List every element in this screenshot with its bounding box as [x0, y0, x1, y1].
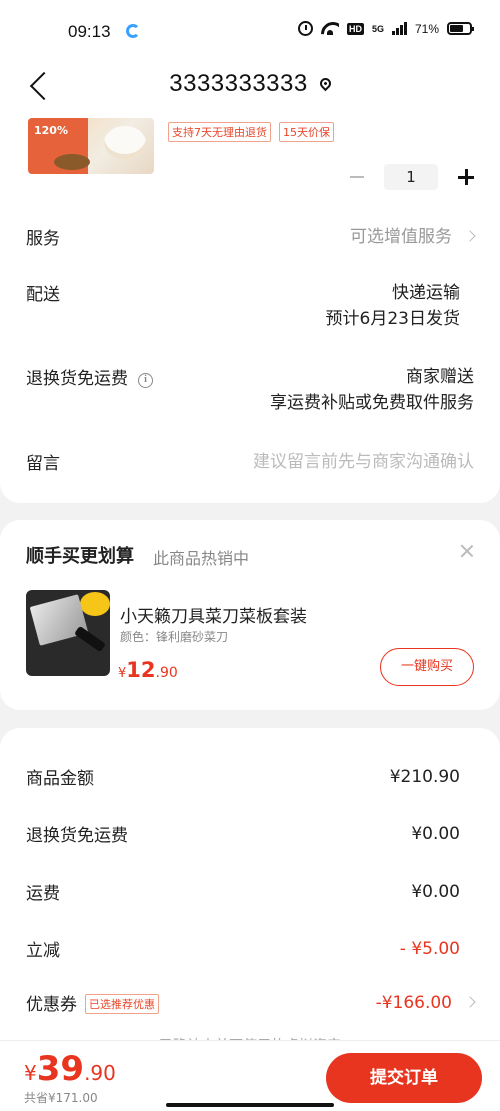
discount-value: - ¥5.00	[399, 939, 460, 959]
page-title[interactable]: 3333333333	[0, 70, 500, 98]
delivery-row[interactable]: 配送 快递运输 预计6月23日发货	[26, 280, 474, 332]
submit-order-button[interactable]: 提交订单	[326, 1053, 482, 1103]
delivery-method: 快递运输	[392, 283, 460, 303]
alarm-icon	[297, 21, 313, 36]
upsell-title: 顺手买更划算	[26, 546, 134, 567]
status-icons: HD 5G 71%	[297, 21, 474, 36]
goods-amount-label: 商品金额	[26, 769, 94, 789]
message-row[interactable]: 留言 建议留言前先与商家沟通确认	[26, 449, 474, 475]
coupon-label: 优惠券	[26, 995, 77, 1015]
price-protect-tag: 15天价保	[279, 122, 334, 142]
discount-row: 立减 - ¥5.00	[26, 936, 474, 962]
page-header: 3333333333	[0, 62, 500, 114]
product-image[interactable]: 120%	[28, 118, 154, 174]
quantity-stepper: 1	[350, 164, 474, 190]
delivery-date: 预计6月23日发货	[325, 309, 460, 329]
shipping-row: 运费 ¥0.00	[26, 879, 474, 905]
hd-icon: HD	[346, 22, 364, 35]
service-value: 可选增值服务	[350, 227, 452, 247]
upsell-subtitle: 此商品热销中	[153, 549, 250, 568]
increase-button[interactable]	[458, 169, 474, 185]
location-pin-icon	[317, 75, 334, 92]
order-options-card: 120% 支持7天无理由退货 15天价保 1 服务 可选增值服务 配送 快递运输…	[0, 114, 500, 503]
return-shipping-row: 退换货免运费 i 商家赠送 享运费补贴或免费取件服务	[26, 364, 474, 416]
delivery-label: 配送	[26, 285, 60, 305]
one-click-buy-button[interactable]: 一键购买	[380, 648, 474, 686]
discount-label: 立减	[26, 941, 60, 961]
coupon-row[interactable]: 优惠券 已选推荐优惠 -¥166.00	[26, 990, 476, 1016]
return-fee-value: ¥0.00	[411, 824, 460, 844]
return-shipping-desc: 享运费补贴或免费取件服务	[270, 393, 474, 413]
coupon-selected-tag: 已选推荐优惠	[85, 994, 159, 1014]
upsell-product-name[interactable]: 小天籁刀具菜刀菜板套装	[120, 602, 307, 627]
return-fee-row: 退换货免运费 ¥0.00	[26, 821, 474, 847]
price-summary-card: 商品金额 ¥210.90 退换货免运费 ¥0.00 运费 ¥0.00 立减 - …	[0, 728, 500, 1058]
chevron-right-icon	[464, 230, 476, 242]
return-shipping-label: 退换货免运费	[26, 369, 128, 389]
home-indicator[interactable]	[166, 1103, 334, 1107]
decrease-button[interactable]	[350, 176, 364, 178]
info-icon[interactable]: i	[138, 373, 153, 388]
goods-amount-row: 商品金额 ¥210.90	[26, 764, 474, 790]
return-fee-label: 退换货免运费	[26, 826, 128, 846]
goods-amount-value: ¥210.90	[389, 767, 460, 787]
message-label: 留言	[26, 454, 60, 474]
status-time: 09:13	[68, 22, 111, 41]
return-policy-tag: 支持7天无理由退货	[168, 122, 271, 142]
upsell-price: ¥12.90	[118, 658, 178, 682]
status-bar: 09:13 HD 5G 71%	[0, 0, 500, 62]
address-title: 3333333333	[169, 70, 308, 97]
checkout-bar: ¥39.90 共省¥171.00 提交订单	[0, 1040, 500, 1111]
total-price: ¥39.90	[24, 1049, 116, 1089]
wifi-icon	[321, 22, 339, 35]
upsell-card: 顺手买更划算 此商品热销中 小天籁刀具菜刀菜板套装 颜色：锋利磨砂菜刀 ¥12.…	[0, 520, 500, 710]
chevron-right-icon	[464, 996, 476, 1008]
message-input[interactable]: 建议留言前先与商家沟通确认	[253, 449, 474, 475]
saved-amount: 共省¥171.00	[24, 1091, 98, 1105]
battery-level	[450, 25, 464, 32]
close-icon[interactable]	[460, 544, 474, 558]
battery-icon	[447, 22, 474, 35]
shipping-value: ¥0.00	[411, 882, 460, 902]
upsell-product-image[interactable]	[26, 590, 110, 676]
quantity-value[interactable]: 1	[384, 164, 438, 190]
network-label: 5G	[371, 23, 384, 34]
service-label: 服务	[26, 229, 60, 249]
coupon-value: -¥166.00	[375, 993, 452, 1013]
battery-percent: 71%	[414, 21, 439, 36]
return-shipping-provider: 商家赠送	[406, 367, 474, 387]
service-row[interactable]: 服务 可选增值服务	[26, 224, 476, 250]
product-tags: 支持7天无理由退货 15天价保	[168, 122, 334, 142]
shipping-label: 运费	[26, 884, 60, 904]
upsell-product-spec: 颜色：锋利磨砂菜刀	[120, 630, 229, 644]
loading-icon	[126, 24, 140, 38]
signal-icon	[391, 22, 407, 35]
